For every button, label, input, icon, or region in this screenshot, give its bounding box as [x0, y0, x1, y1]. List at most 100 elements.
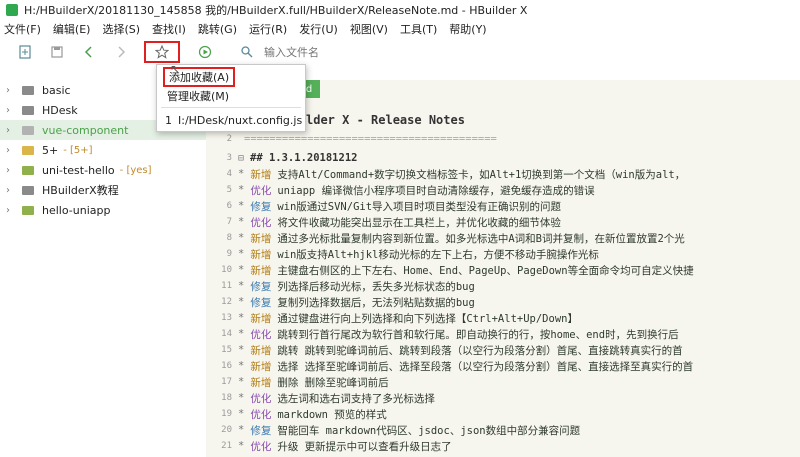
line-number: 11 — [221, 281, 232, 291]
change-tag: 优化 — [250, 328, 272, 341]
run-icon[interactable] — [194, 41, 216, 63]
code-line: 21 * 优化 升级 更新提示中可以查看升级日志了 — [206, 438, 452, 454]
tree-item-5plus[interactable]: › 5+ - [5+] — [0, 140, 206, 160]
change-tag: 新增 — [250, 344, 272, 357]
line-number: 6 — [226, 201, 232, 211]
chevron-right-icon[interactable]: › — [6, 165, 16, 176]
menu-help[interactable]: 帮助(Y) — [449, 21, 486, 37]
project-type-badge: - [yes] — [119, 164, 152, 176]
tree-item-hbuilderx-tutorial[interactable]: › HBuilderX教程 — [0, 180, 206, 200]
new-file-icon[interactable] — [14, 41, 36, 63]
menu-edit[interactable]: 编辑(E) — [53, 21, 91, 37]
tree-item-hello-uniapp[interactable]: › hello-uniapp — [0, 200, 206, 220]
change-text: uniapp 编译微信小程序项目时自动清除缓存，避免缓存造成的错误 — [277, 184, 595, 197]
fold-toggle-icon[interactable]: ⊟ — [238, 153, 248, 164]
change-tag: 优化 — [250, 184, 272, 197]
line-number: 20 — [221, 425, 232, 435]
window-title: H:/HBuilderX/20181130_145858 我的/HBuilder… — [24, 4, 528, 17]
change-tag: 修复 — [250, 280, 272, 293]
chevron-right-icon[interactable]: › — [6, 85, 16, 96]
folder-icon — [22, 105, 34, 115]
line-number: 15 — [221, 345, 232, 355]
line-number: 8 — [226, 233, 232, 243]
file-search — [236, 41, 386, 63]
editor-area[interactable]: d lder X - Release Notes 2 =============… — [206, 80, 800, 457]
mouse-cursor-icon: ↖ — [170, 62, 181, 76]
menu-goto[interactable]: 跳转(G) — [198, 21, 237, 37]
chevron-right-icon[interactable]: › — [6, 145, 16, 156]
change-text: 删除 删除至驼峰词前后 — [277, 376, 389, 389]
change-text: 智能回车 markdown代码区、jsdoc、json数组中部分兼容问题 — [277, 424, 581, 437]
star-icon — [155, 45, 169, 59]
menu-view[interactable]: 视图(V) — [350, 21, 388, 37]
app-logo-icon — [6, 4, 18, 16]
code-line: 8 * 新增 通过多光标批量复制内容到新位置。如多光标选中A词和B词并复制，在新位置放… — [206, 230, 685, 246]
back-icon[interactable] — [78, 41, 100, 63]
change-tag: 修复 — [250, 296, 272, 309]
forward-icon[interactable] — [110, 41, 132, 63]
favorite-star-button[interactable] — [144, 41, 180, 63]
chevron-right-icon[interactable]: › — [6, 185, 16, 196]
bullet-marker: * — [238, 200, 245, 212]
code-line: 5 * 优化 uniapp 编译微信小程序项目时自动清除缓存，避免缓存造成的错误 — [206, 182, 595, 198]
line-number: 21 — [221, 441, 232, 451]
change-text: 通过键盘进行向上列选择和向下列选择【Ctrl+Alt+Up/Down】 — [277, 312, 578, 325]
folder-icon — [22, 125, 34, 135]
code-line: 16 * 新增 选择 选择至驼峰词前后、选择至段落（以空行为段落分割）首尾、直接选择至… — [206, 358, 693, 374]
bullet-marker: * — [238, 392, 245, 404]
tree-item-label: HDesk — [42, 103, 78, 117]
menu-select[interactable]: 选择(S) — [102, 21, 140, 37]
code-line: 19 * 优化 markdown 预览的样式 — [206, 406, 387, 422]
line-number: 4 — [226, 169, 232, 179]
menu-find[interactable]: 查找(I) — [152, 21, 186, 37]
chevron-right-icon[interactable]: › — [6, 205, 16, 216]
uni-project-icon — [22, 165, 34, 175]
change-tag: 新增 — [250, 248, 272, 261]
bullet-marker: * — [238, 184, 245, 196]
line-number: 10 — [221, 265, 232, 275]
bullet-marker: * — [238, 408, 245, 420]
add-favorite-menu-item[interactable]: 添加收藏(A) — [157, 67, 311, 87]
change-tag: 新增 — [250, 360, 272, 373]
tree-item-uni-test-hello[interactable]: › uni-test-hello - [yes] — [0, 160, 206, 180]
tree-item-label: basic — [42, 83, 71, 97]
change-tag: 新增 — [250, 168, 272, 181]
chevron-right-icon[interactable]: › — [6, 105, 16, 116]
line-number: 13 — [221, 313, 232, 323]
line-number: 17 — [221, 377, 232, 387]
manage-favorites-menu-item[interactable]: 管理收藏(M) — [157, 87, 315, 105]
line-number: 12 — [221, 297, 232, 307]
bullet-marker: * — [238, 440, 245, 452]
code-line: 3 ⊟ ## 1.3.1.20181212 — [206, 150, 358, 166]
chevron-right-icon[interactable]: › — [6, 125, 16, 136]
bullet-marker: * — [238, 360, 245, 372]
code-line: 11 * 修复 列选择后移动光标，丢失多光标状态的bug — [206, 278, 475, 294]
line-number: 7 — [226, 217, 232, 227]
version-heading: ## 1.3.1.20181212 — [250, 152, 358, 164]
line-number: 16 — [221, 361, 232, 371]
title-bar: H:/HBuilderX/20181130_145858 我的/HBuilder… — [0, 0, 800, 20]
menu-file[interactable]: 文件(F) — [4, 21, 41, 37]
bullet-marker: * — [238, 344, 245, 356]
menu-publish[interactable]: 发行(U) — [299, 21, 338, 37]
code-line: 6 * 修复 win版通过SVN/Git导入项目时项目类型没有正确识别的问题 — [206, 198, 561, 214]
menu-run[interactable]: 运行(R) — [249, 21, 287, 37]
toolbar — [0, 38, 800, 66]
change-tag: 新增 — [250, 312, 272, 325]
change-text: 跳转 跳转到驼峰词前后、跳转到段落（以空行为段落分割）首尾、直接跳转真实行的首 — [277, 344, 683, 357]
menu-tools[interactable]: 工具(T) — [400, 21, 437, 37]
line-number: 18 — [221, 393, 232, 403]
bullet-marker: * — [238, 312, 245, 324]
tree-item-label: vue-component — [42, 123, 129, 137]
file-search-input[interactable] — [262, 44, 386, 60]
change-text: 将文件收藏功能突出显示在工具栏上，并优化收藏的细节体验 — [277, 216, 561, 229]
change-text: 列选择后移动光标，丢失多光标状态的bug — [277, 280, 475, 293]
tree-item-label: HBuilderX教程 — [42, 184, 119, 197]
change-text: 支持Alt/Command+数字切换文档标签卡，如Alt+1切换到第一个文档（w… — [277, 168, 686, 181]
code-line: 13 * 新增 通过键盘进行向上列选择和向下列选择【Ctrl+Alt+Up/Down】 — [206, 310, 578, 326]
recent-favorite-menu-item[interactable]: 1 I:/HDesk/nuxt.config.js — [157, 111, 313, 129]
line-number: 19 — [221, 409, 232, 419]
save-icon[interactable] — [46, 41, 68, 63]
change-text: 复制列选择数据后，无法列粘贴数据的bug — [277, 296, 475, 309]
change-tag: 修复 — [250, 200, 272, 213]
